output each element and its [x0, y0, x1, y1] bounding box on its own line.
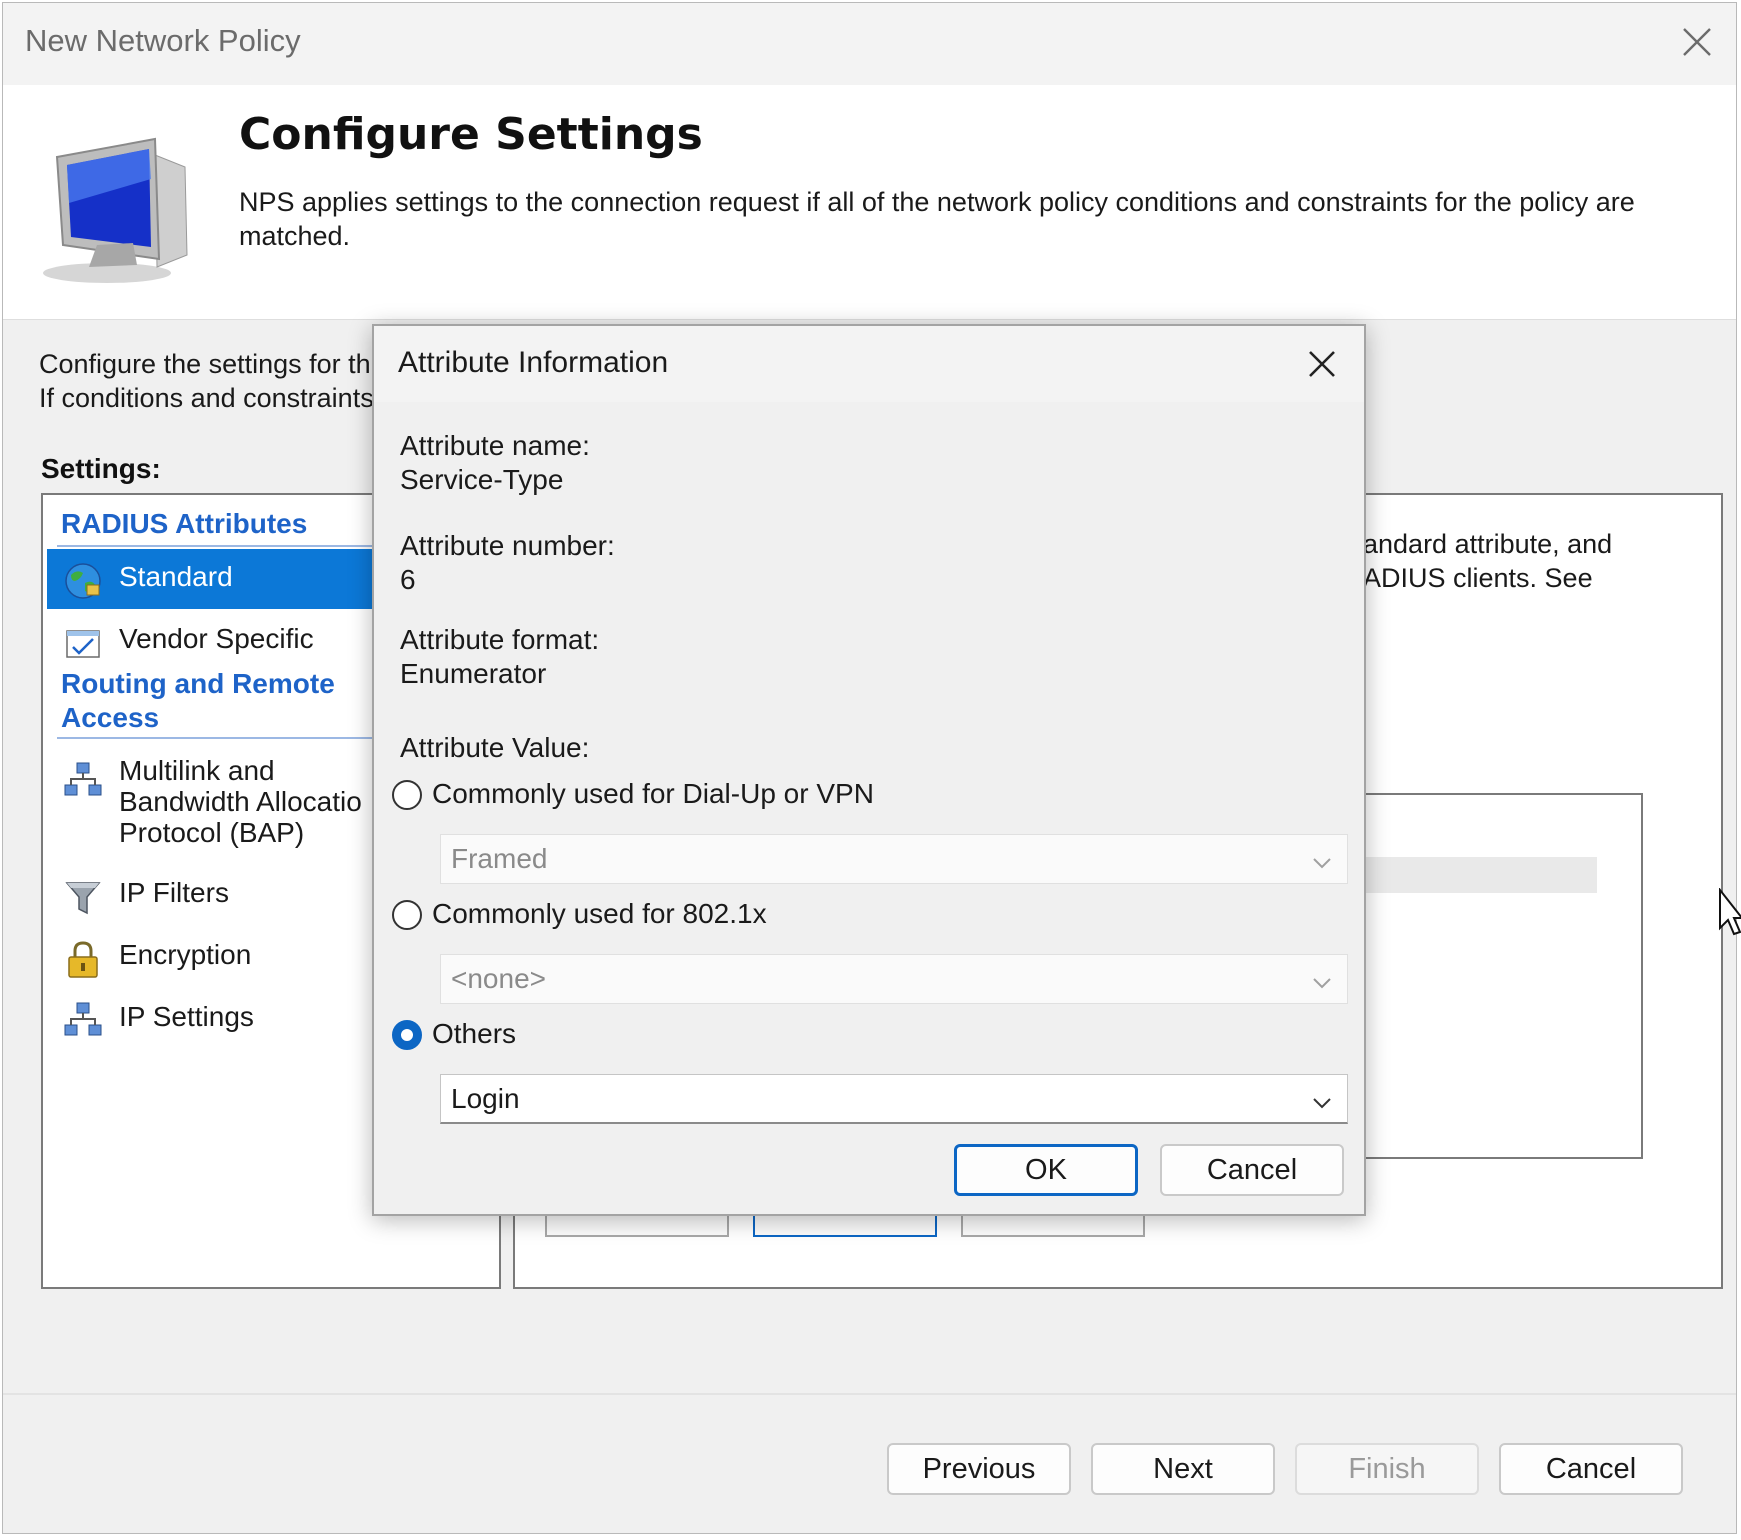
- funnel-icon: [63, 877, 103, 917]
- tree-group-radius-attributes: RADIUS Attributes: [61, 508, 308, 539]
- chevron-down-icon: [1311, 969, 1333, 991]
- tree-item-label: IP Filters: [119, 877, 229, 908]
- panel-description-line: ADIUS clients. See: [1363, 563, 1593, 593]
- globe-icon: [63, 561, 103, 601]
- finish-button: Finish: [1295, 1443, 1479, 1495]
- radio-button[interactable]: [392, 1020, 422, 1050]
- window-title: New Network Policy: [25, 23, 301, 58]
- item-label-line: Protocol (BAP): [119, 817, 305, 848]
- dialog-titlebar: Attribute Information: [374, 326, 1364, 402]
- page-heading: Configure Settings: [239, 109, 703, 160]
- attribute-name-label: Attribute name:: [400, 430, 590, 461]
- select-value: Login: [451, 1083, 520, 1114]
- panel-description-line: andard attribute, and: [1363, 529, 1613, 559]
- tree-item-label: IP Settings: [119, 1001, 254, 1032]
- tree-item-label: Standard: [119, 561, 233, 592]
- attribute-name-value: Service-Type: [400, 464, 564, 495]
- attribute-number-label: Attribute number:: [400, 530, 615, 561]
- panel-description: andard attribute, and ADIUS clients. See: [1363, 527, 1612, 595]
- window-titlebar: New Network Policy: [3, 3, 1736, 85]
- settings-label: Settings:: [41, 453, 161, 484]
- group-label-line: Access: [61, 702, 160, 733]
- ok-button[interactable]: OK: [954, 1144, 1138, 1196]
- select-value: <none>: [451, 963, 546, 994]
- page-description: NPS applies settings to the connection r…: [239, 185, 1734, 253]
- attribute-format-value: Enumerator: [400, 658, 547, 689]
- close-icon[interactable]: [1672, 17, 1722, 67]
- attribute-value-label: Attribute Value:: [400, 732, 590, 763]
- radio-button[interactable]: [392, 900, 422, 930]
- radio-label: Others: [432, 1018, 517, 1049]
- description-line: NPS applies settings to the connection r…: [239, 187, 1635, 217]
- monitor-icon: [37, 127, 207, 287]
- intro-text: Configure the settings for thi If condit…: [39, 347, 377, 415]
- others-select[interactable]: Login: [440, 1074, 1348, 1124]
- intro-line: If conditions and constraints: [39, 383, 374, 413]
- checkbox-window-icon: [63, 623, 103, 663]
- dialog-title: Attribute Information: [398, 346, 669, 379]
- description-line: matched.: [239, 221, 351, 251]
- close-icon[interactable]: [1300, 342, 1344, 386]
- dialog-cancel-button[interactable]: Cancel: [1160, 1144, 1344, 1196]
- network-nodes-icon: [63, 1001, 103, 1041]
- item-label-line: Multilink and: [119, 755, 275, 786]
- radio-button[interactable]: [392, 780, 422, 810]
- next-button[interactable]: Next: [1091, 1443, 1275, 1495]
- intro-line: Configure the settings for thi: [39, 349, 377, 379]
- header-band: Configure Settings NPS applies settings …: [3, 85, 1736, 320]
- attributes-list[interactable]: [1363, 793, 1643, 1159]
- radio-label: Commonly used for Dial-Up or VPN: [432, 778, 874, 809]
- tree-item-label: Vendor Specific: [119, 623, 314, 654]
- dialup-vpn-select: Framed: [440, 834, 1348, 884]
- previous-button[interactable]: Previous: [887, 1443, 1071, 1495]
- network-nodes-icon: [63, 761, 103, 801]
- padlock-icon: [63, 939, 103, 979]
- footer-divider: [3, 1393, 1736, 1395]
- list-item[interactable]: [1365, 857, 1597, 893]
- mouse-cursor-icon: [1718, 887, 1741, 938]
- chevron-down-icon: [1311, 849, 1333, 871]
- group-label-line: Routing and Remote: [61, 668, 335, 699]
- cancel-button[interactable]: Cancel: [1499, 1443, 1683, 1495]
- attribute-format-label: Attribute format:: [400, 624, 600, 655]
- radio-label: Commonly used for 802.1x: [432, 898, 767, 929]
- attribute-number-value: 6: [400, 564, 416, 595]
- item-label-line: Bandwidth Allocatio: [119, 786, 362, 817]
- 8021x-select: <none>: [440, 954, 1348, 1004]
- tree-item-label: Multilink and Bandwidth Allocatio Protoc…: [119, 755, 362, 848]
- select-value: Framed: [451, 843, 548, 874]
- tree-item-label: Encryption: [119, 939, 252, 970]
- attribute-information-dialog: Attribute Information Attribute name: Se…: [372, 324, 1366, 1216]
- chevron-down-icon[interactable]: [1311, 1089, 1333, 1111]
- tree-group-routing-remote-access: Routing and Remote Access: [61, 667, 335, 735]
